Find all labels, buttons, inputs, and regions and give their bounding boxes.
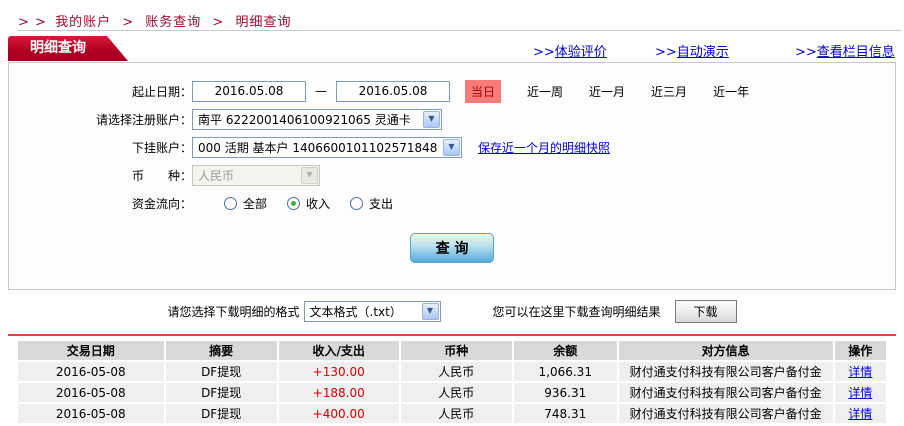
registered-account-value: 南平 6222001406100921065 灵通卡 (198, 112, 411, 127)
radio-flow-expense[interactable]: 支出 (350, 195, 393, 212)
sub-account-row: 下挂账户： 000 活期 基本户 1406600101102571848 ▼ 保… (9, 134, 895, 160)
radio-circle-icon (350, 196, 364, 210)
download-format-label: 请您选择下载明细的格式 (167, 304, 300, 319)
chevron-down-icon[interactable]: ▼ (443, 138, 460, 156)
chevron-down-icon[interactable]: ▼ (423, 110, 440, 128)
quick-date-week[interactable]: 近一周 (527, 83, 563, 100)
breadcrumb-separator: > (212, 15, 225, 30)
table-header-row: 交易日期 摘要 收入/支出 币种 余额 对方信息 操作 (18, 341, 886, 360)
link-experience-review[interactable]: >>体验评价 (533, 41, 607, 60)
radio-flow-expense-label: 支出 (369, 196, 394, 211)
col-header-summary: 摘要 (165, 341, 277, 360)
table-row: 2016-05-08 DF提现 +130.00 人民币 1,066.31 财付通… (18, 362, 886, 381)
breadcrumb-item-my-account[interactable]: 我的账户 (55, 15, 111, 30)
save-snapshot-link[interactable]: 保存近一个月的明细快照 (478, 139, 610, 156)
quick-date-month[interactable]: 近一月 (589, 83, 625, 100)
breadcrumb-item-detail-query[interactable]: 明细查询 (235, 15, 291, 30)
cell-counterparty: 财付通支付科技有限公司客户备付金 (618, 404, 833, 423)
link-prefix: >> (655, 45, 677, 60)
download-hint: 您可以在这里下载查询明细结果 (492, 304, 661, 319)
query-button[interactable]: 查 询 (410, 233, 494, 263)
query-form-panel: 起止日期： — 当日 近一周 近一月 近三月 近一年 请选择注册账户： 南平 6… (8, 62, 896, 290)
cell-counterparty: 财付通支付科技有限公司客户备付金 (618, 362, 833, 381)
breadcrumb-item-account-query[interactable]: 账务查询 (145, 15, 201, 30)
chevron-down-icon: ▼ (301, 166, 318, 184)
col-header-balance: 余额 (513, 341, 617, 360)
link-auto-demo[interactable]: >>自动演示 (655, 41, 729, 60)
cell-currency: 人民币 (400, 404, 512, 423)
col-header-date: 交易日期 (18, 341, 164, 360)
currency-row: 币 种： 人民币 ▼ (9, 162, 895, 188)
cell-date: 2016-05-08 (18, 383, 164, 402)
quick-date-year[interactable]: 近一年 (713, 83, 749, 100)
col-header-currency: 币种 (400, 341, 512, 360)
cell-amount: +130.00 (278, 362, 399, 381)
col-header-action: 操作 (834, 341, 886, 360)
fund-flow-row: 资金流向： 全部 收入 支出 (9, 190, 895, 216)
radio-circle-icon (287, 196, 301, 210)
cell-balance: 936.31 (513, 383, 617, 402)
cell-summary: DF提现 (165, 383, 277, 402)
breadcrumb-separator: > (122, 15, 135, 30)
download-format-value: 文本格式（.txt） (309, 304, 402, 319)
download-button[interactable]: 下载 (674, 299, 737, 323)
currency-select: 人民币 ▼ (192, 164, 320, 186)
tab-detail-query[interactable]: 明细查询 (8, 36, 128, 61)
cell-balance: 1,066.31 (513, 362, 617, 381)
col-header-counterparty: 对方信息 (618, 341, 833, 360)
cell-summary: DF提现 (165, 404, 277, 423)
currency-value: 人民币 (198, 168, 235, 183)
quick-date-quarter[interactable]: 近三月 (651, 83, 687, 100)
table-row: 2016-05-08 DF提现 +188.00 人民币 936.31 财付通支付… (18, 383, 886, 402)
radio-flow-all-label: 全部 (243, 196, 268, 211)
date-to-input[interactable] (336, 80, 450, 102)
sub-account-label: 下挂账户： (131, 140, 192, 155)
currency-label: 币 种： (131, 168, 192, 183)
registered-account-select[interactable]: 南平 6222001406100921065 灵通卡 ▼ (192, 108, 442, 130)
detail-link[interactable]: 详情 (848, 407, 872, 421)
date-range-dash: — (315, 84, 327, 98)
sub-account-value: 000 活期 基本户 1406600101102571848 (198, 140, 438, 155)
date-from-input[interactable] (192, 80, 306, 102)
date-range-label: 起止日期： (131, 84, 192, 99)
link-view-column-info[interactable]: >>查看栏目信息 (795, 41, 895, 60)
cell-summary: DF提现 (165, 362, 277, 381)
date-range-row: 起止日期： — 当日 近一周 近一月 近三月 近一年 (9, 78, 895, 104)
cell-currency: 人民币 (400, 362, 512, 381)
radio-flow-income-label: 收入 (306, 196, 331, 211)
detail-link[interactable]: 详情 (848, 365, 872, 379)
quick-date-today[interactable]: 当日 (465, 79, 502, 103)
radio-flow-income[interactable]: 收入 (287, 195, 330, 212)
col-header-amount: 收入/支出 (278, 341, 399, 360)
detail-link[interactable]: 详情 (848, 386, 872, 400)
cell-amount: +400.00 (278, 404, 399, 423)
link-prefix: >> (795, 45, 817, 60)
cell-date: 2016-05-08 (18, 362, 164, 381)
chevron-down-icon[interactable]: ▼ (421, 302, 439, 320)
divider-line (18, 30, 902, 31)
cell-currency: 人民币 (400, 383, 512, 402)
registered-account-label: 请选择注册账户： (95, 112, 192, 127)
fund-flow-label: 资金流向： (131, 196, 192, 211)
cell-balance: 748.31 (513, 404, 617, 423)
table-row: 2016-05-08 DF提现 +400.00 人民币 748.31 财付通支付… (18, 404, 886, 423)
cell-date: 2016-05-08 (18, 404, 164, 423)
red-divider-line (8, 334, 896, 336)
breadcrumb-prefix: > > (18, 15, 47, 30)
transaction-table: 交易日期 摘要 收入/支出 币种 余额 对方信息 操作 2016-05-08 D… (16, 339, 888, 425)
download-format-select[interactable]: 文本格式（.txt） ▼ (303, 300, 441, 322)
sub-account-select[interactable]: 000 活期 基本户 1406600101102571848 ▼ (192, 136, 462, 158)
radio-flow-all[interactable]: 全部 (224, 195, 267, 212)
download-row: 请您选择下载明细的格式 文本格式（.txt） ▼ 您可以在这里下载查询明细结果 … (0, 297, 904, 325)
registered-account-row: 请选择注册账户： 南平 6222001406100921065 灵通卡 ▼ (9, 106, 895, 132)
cell-counterparty: 财付通支付科技有限公司客户备付金 (618, 383, 833, 402)
radio-circle-icon (224, 196, 237, 210)
breadcrumb: > > 我的账户 > 账务查询 > 明细查询 (18, 11, 294, 30)
link-prefix: >> (533, 45, 555, 60)
cell-amount: +188.00 (278, 383, 399, 402)
